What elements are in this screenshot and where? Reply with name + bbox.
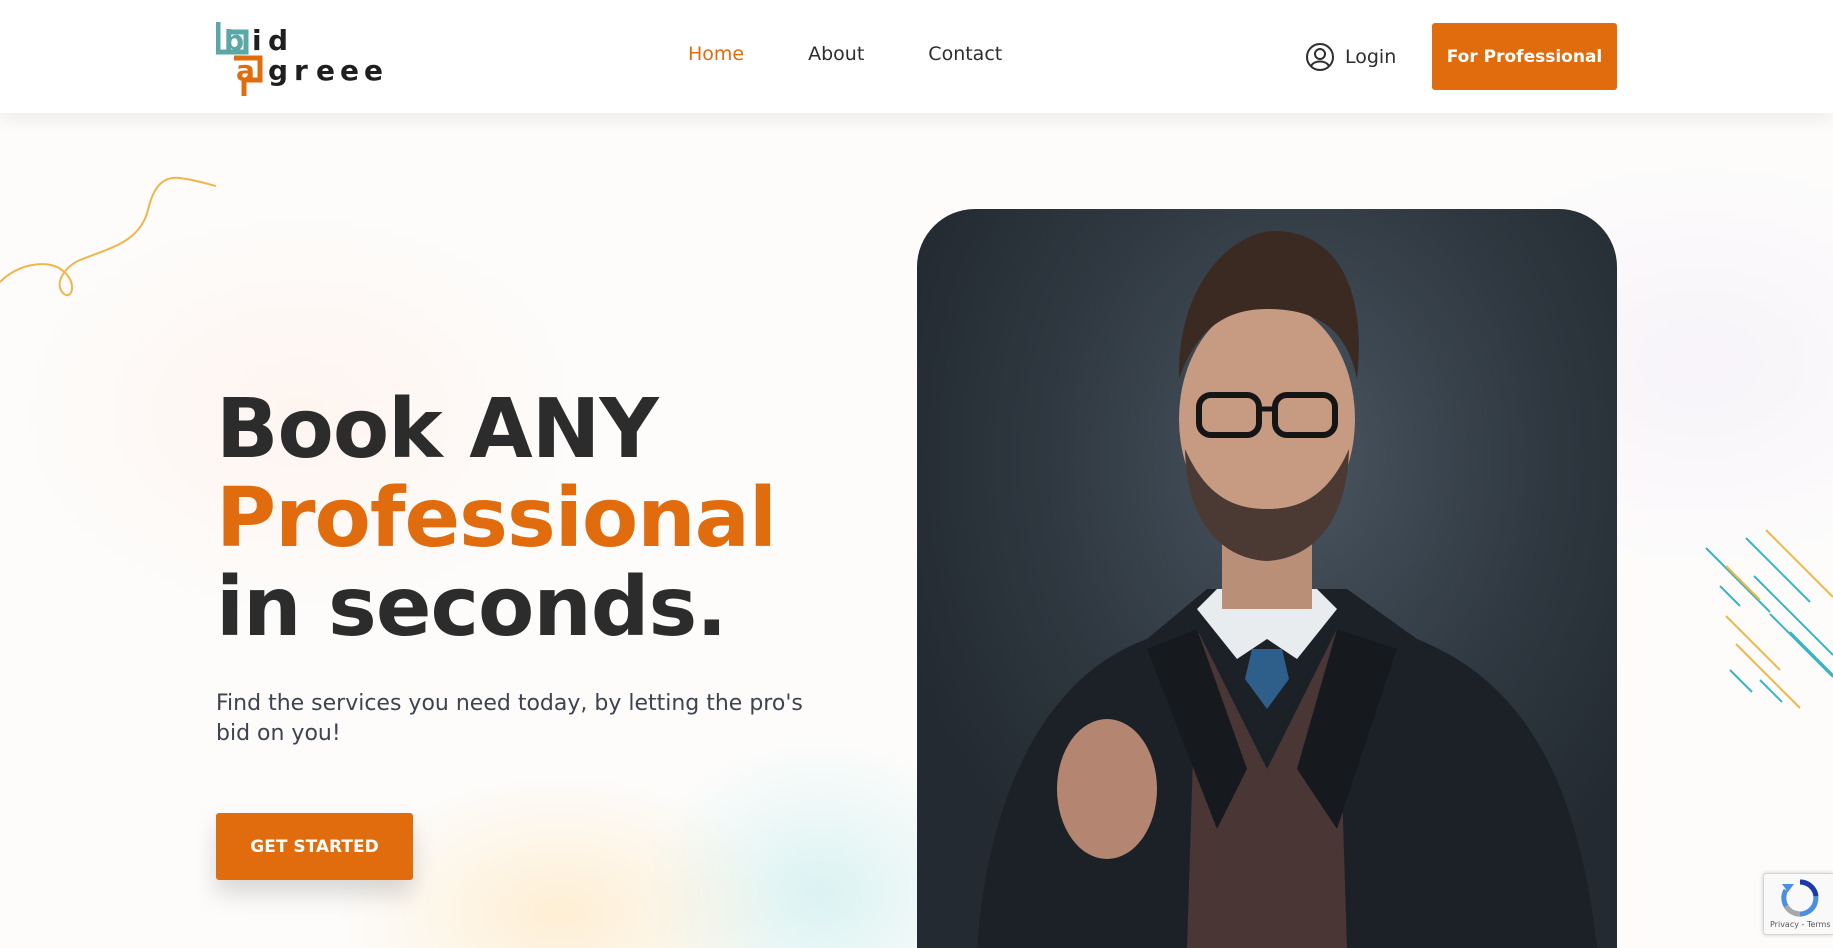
svg-text:d: d xyxy=(268,24,288,57)
login-label: Login xyxy=(1345,46,1397,68)
svg-text:r: r xyxy=(294,54,308,87)
hero-photo xyxy=(917,209,1617,948)
hero-title-line3: in seconds. xyxy=(216,560,727,655)
hero-title-highlight: Professional xyxy=(216,471,777,566)
nav-home[interactable]: Home xyxy=(688,43,744,65)
svg-text:a: a xyxy=(236,54,255,87)
svg-text:e: e xyxy=(364,54,383,87)
nav-contact[interactable]: Contact xyxy=(928,43,1002,65)
svg-text:i: i xyxy=(252,24,262,57)
lines-decoration xyxy=(1705,529,1833,709)
for-professional-button[interactable]: For Professional xyxy=(1432,23,1617,90)
svg-text:e: e xyxy=(340,54,359,87)
get-started-button[interactable]: GET STARTED xyxy=(216,813,413,880)
hero-title-line1: Book ANY xyxy=(216,382,659,477)
hero-subtitle: Find the services you need today, by let… xyxy=(216,691,803,746)
squiggle-decoration xyxy=(0,176,217,297)
site-header: b i d a g r e e e Home About Contact Log… xyxy=(0,0,1833,113)
svg-text:g: g xyxy=(268,54,288,87)
recaptcha-badge[interactable]: Privacy - Terms xyxy=(1763,873,1833,935)
svg-text:b: b xyxy=(224,24,244,57)
recaptcha-terms[interactable]: Privacy - Terms xyxy=(1770,920,1831,929)
bidagree-logo[interactable]: b i d a g r e e e xyxy=(215,16,386,98)
hero-title: Book ANY Professional in seconds. xyxy=(216,382,777,655)
svg-text:e: e xyxy=(316,54,335,87)
main-nav: Home About Contact xyxy=(688,43,1002,65)
user-circle-icon xyxy=(1306,43,1334,71)
login-link[interactable]: Login xyxy=(1305,42,1396,72)
logo-mark: b i d a g r e e e xyxy=(215,22,383,96)
recaptcha-icon xyxy=(1781,879,1819,917)
man-in-suit-illustration xyxy=(977,230,1597,948)
nav-about[interactable]: About xyxy=(808,43,864,65)
